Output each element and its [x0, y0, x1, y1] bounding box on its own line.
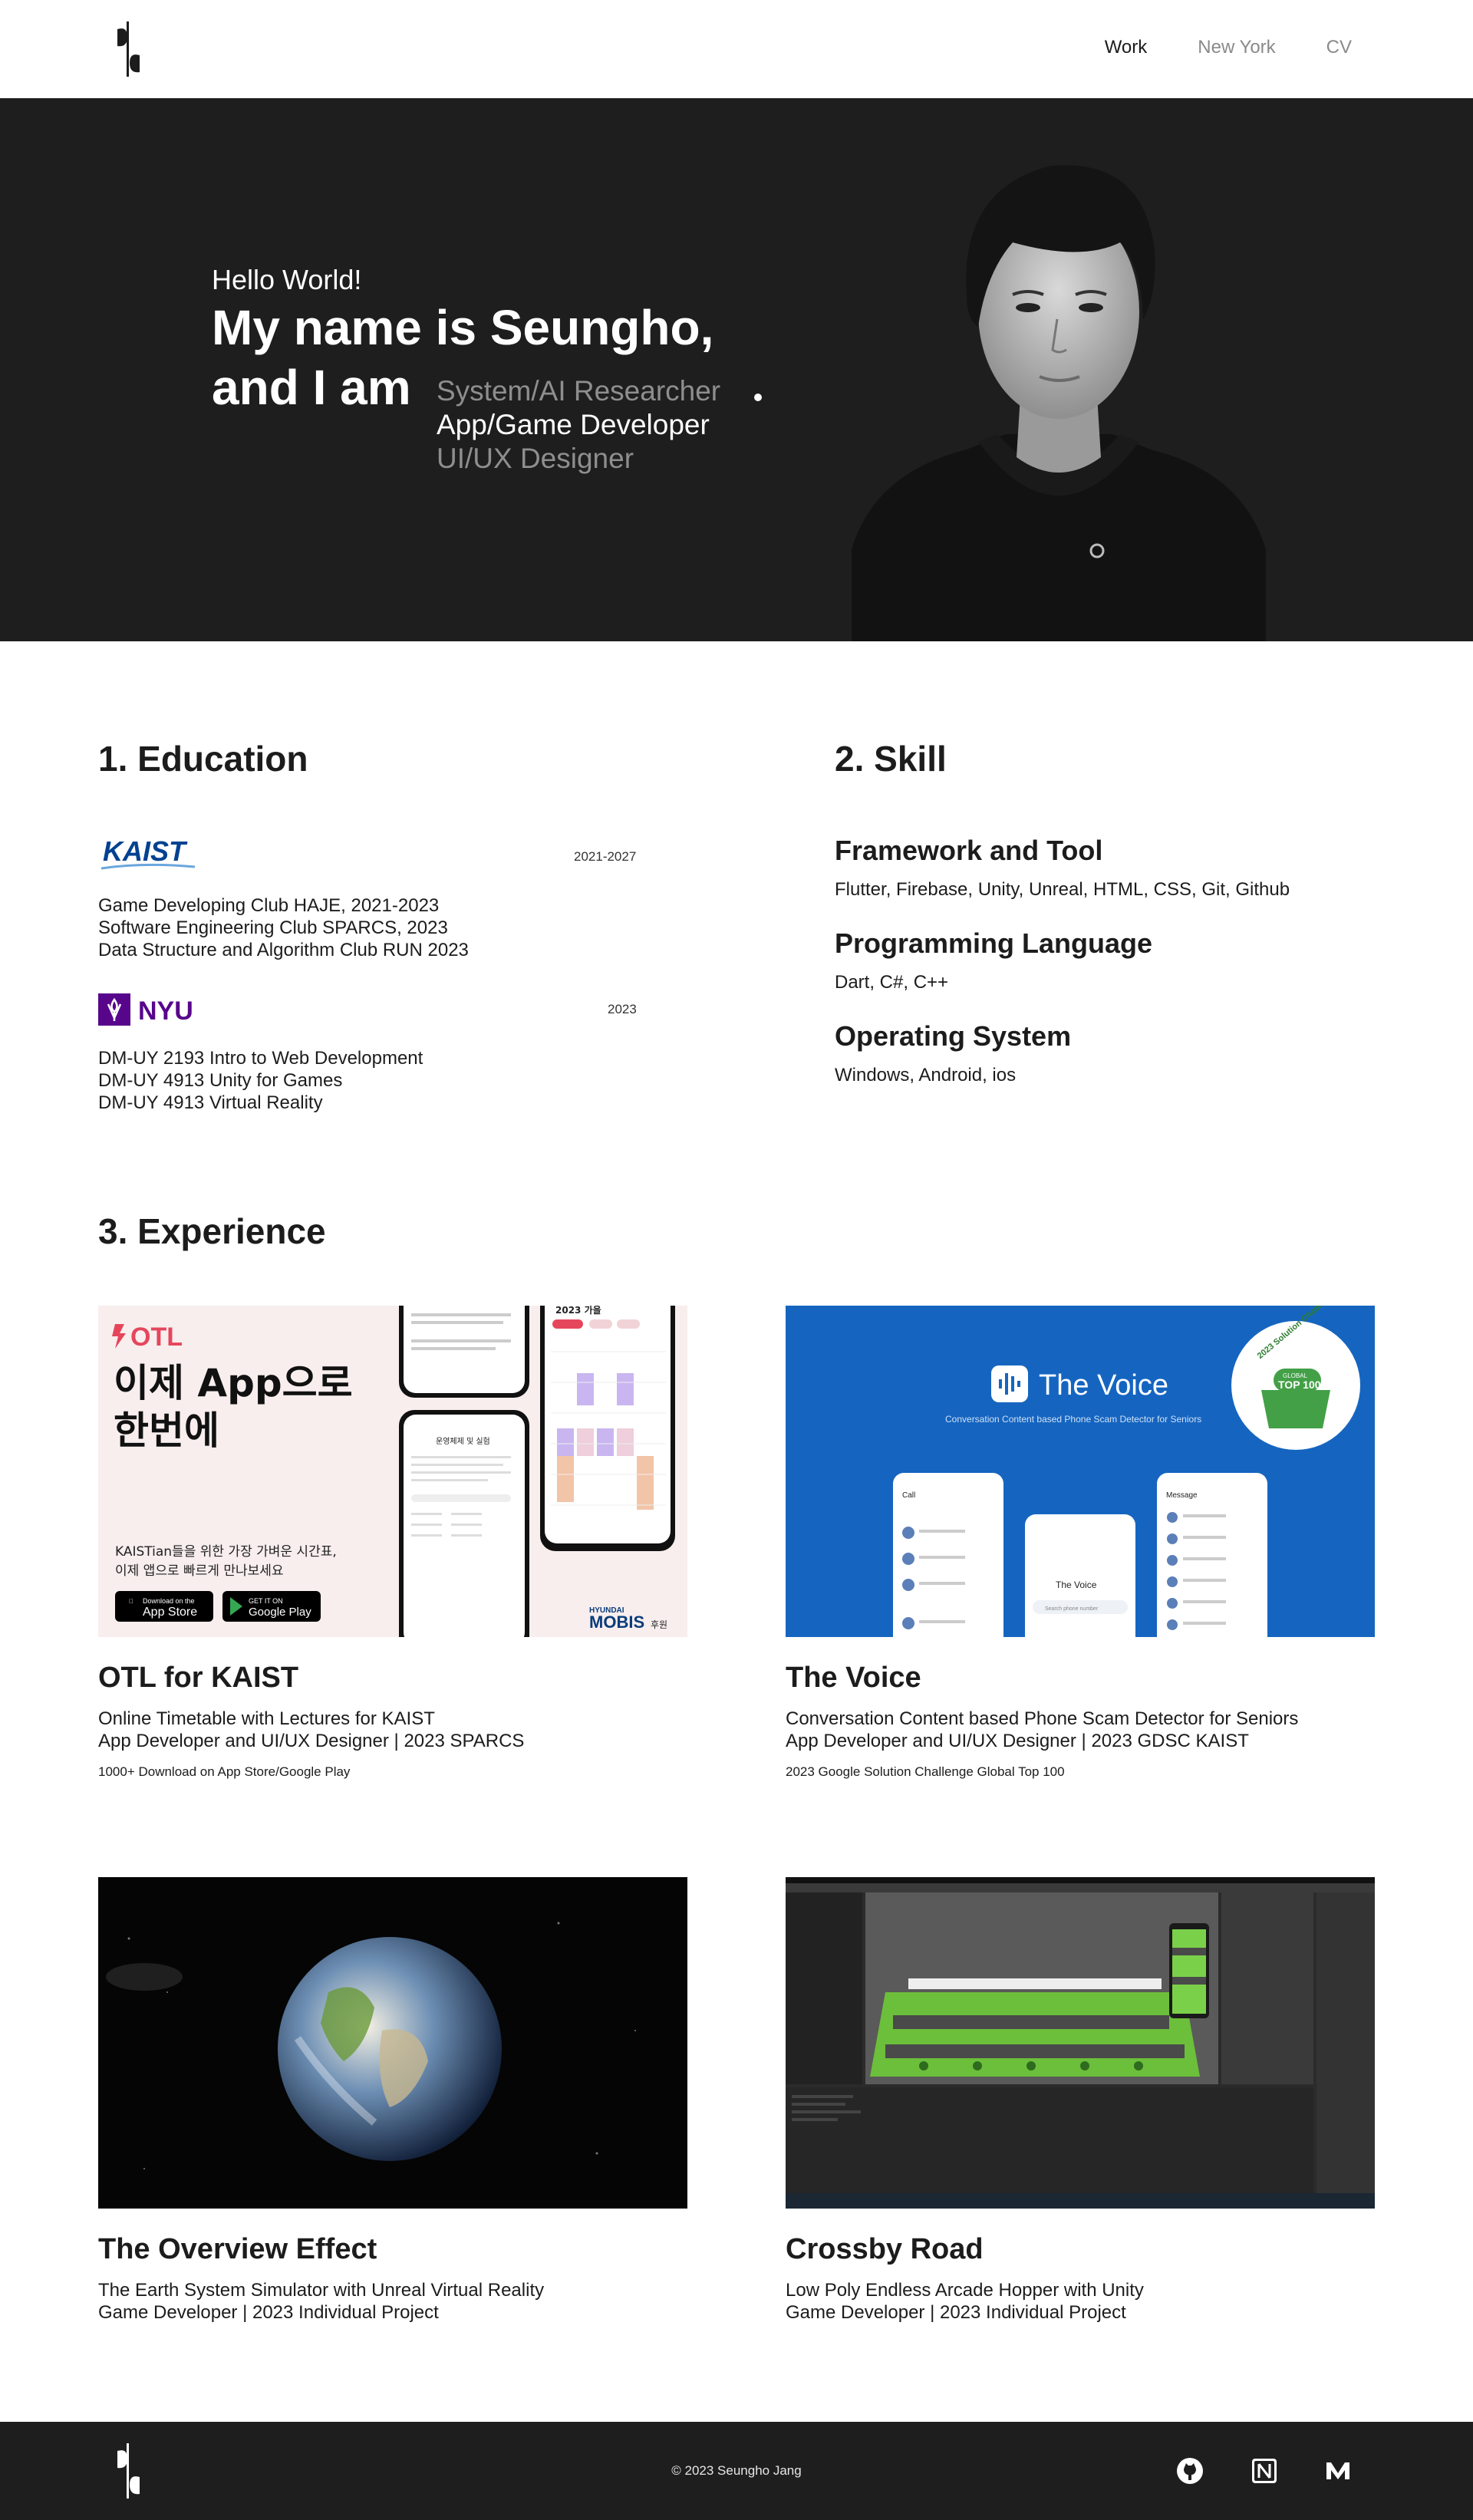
svg-text:GET IT ON: GET IT ON — [249, 1597, 283, 1605]
overview-effect-project-image[interactable] — [98, 1877, 687, 2209]
svg-text:The Voice: The Voice — [1056, 1580, 1097, 1590]
svg-text:MOBIS: MOBIS — [589, 1612, 644, 1632]
kaist-logo-text: KAIST — [103, 836, 188, 867]
footer: © 2023 Seungho Jang — [0, 2422, 1473, 2520]
kaist-activities: Game Developing Club HAJE, 2021-2023 Sof… — [98, 894, 469, 961]
otl-subtitle: 이제 앱으로 빠르게 만나보세요 — [115, 1563, 284, 1579]
skill-title: 2. Skill — [835, 739, 947, 779]
medium-icon[interactable] — [1323, 2456, 1353, 2485]
hero-name: My name is Seungho, — [212, 300, 714, 355]
nyu-courses: DM-UY 2193 Intro to Web Development DM-U… — [98, 1047, 423, 1114]
experience-title: 3. Experience — [98, 1211, 326, 1251]
hero-role: System/AI Researcher — [437, 375, 721, 407]
svg-text:Call: Call — [902, 1491, 915, 1500]
project-role: Game Developer | 2023 Individual Project — [786, 2302, 1126, 2323]
voice-brand: The Voice — [1039, 1369, 1168, 1402]
project-title[interactable]: The Voice — [786, 1662, 921, 1695]
nyu-logo-text: NYU — [138, 996, 193, 1026]
svg-text:Search phone number: Search phone number — [1045, 1606, 1099, 1612]
education-line: DM-UY 4913 Unity for Games — [98, 1070, 343, 1091]
voice-tagline: Conversation Content based Phone Scam De… — [945, 1414, 1201, 1425]
project-role: Game Developer | 2023 Individual Project — [98, 2302, 439, 2323]
kaist-logo: KAIST — [98, 835, 198, 878]
google-play-badge: GET IT ON Google Play — [222, 1591, 321, 1622]
crossby-road-project-image[interactable] — [786, 1877, 1375, 2209]
education-line: DM-UY 2193 Intro to Web Development — [98, 1048, 423, 1069]
app-store-badge:  Download on the App Store — [115, 1591, 213, 1622]
project-description: Low Poly Endless Arcade Hopper with Unit… — [786, 2280, 1144, 2301]
project-role: App Developer and UI/UX Designer | 2023 … — [786, 1731, 1249, 1751]
portrait-photo — [852, 165, 1266, 641]
project-description: Online Timetable with Lectures for KAIST — [98, 1708, 435, 1729]
project-title[interactable]: OTL for KAIST — [98, 1662, 298, 1695]
otl-subtitle: KAISTian들을 위한 가장 가벼운 시간표, — [115, 1544, 337, 1560]
hero-hello: Hello World! — [212, 264, 362, 295]
notion-icon[interactable] — [1250, 2456, 1279, 2485]
hero-and-i-am: and I am — [212, 360, 411, 415]
education-line: Data Structure and Algorithm Club RUN 20… — [98, 940, 469, 960]
role-indicator-dot — [754, 394, 762, 401]
project-role: App Developer and UI/UX Designer | 2023 … — [98, 1731, 525, 1751]
education-line: Game Developing Club HAJE, 2021-2023 — [98, 895, 440, 916]
nav-link-work[interactable]: Work — [1105, 37, 1148, 58]
svg-text:Download on the: Download on the — [143, 1597, 195, 1605]
nyu-year: 2023 — [608, 1002, 637, 1016]
github-icon[interactable] — [1175, 2456, 1204, 2485]
skill-value: Windows, Android, ios — [835, 1065, 1017, 1085]
svg-text:Google Play: Google Play — [249, 1606, 311, 1619]
otl-brand: OTL — [130, 1323, 183, 1352]
project-title[interactable]: The Overview Effect — [98, 2233, 377, 2266]
project-description: The Earth System Simulator with Unreal V… — [98, 2280, 545, 2301]
svg-text:후원: 후원 — [651, 1619, 667, 1630]
project-note: 1000+ Download on App Store/Google Play — [98, 1764, 351, 1779]
nav-links: Work New York CV — [1054, 37, 1352, 58]
skill-heading: Programming Language — [835, 927, 1153, 959]
hero-role-active: App/Game Developer — [437, 409, 710, 440]
project-description: Conversation Content based Phone Scam De… — [786, 1708, 1299, 1729]
svg-text:2023 가을: 2023 가을 — [555, 1306, 601, 1316]
skill-heading: Operating System — [835, 1020, 1072, 1052]
kaist-year: 2021-2027 — [574, 849, 637, 864]
skill-value: Flutter, Firebase, Unity, Unreal, HTML, … — [835, 879, 1290, 900]
hero-section: Hello World! My name is Seungho, and I a… — [0, 98, 1473, 641]
otl-project-image[interactable]: OTL 이제 App으로 한번에 KAISTian들을 위한 가장 가벼운 시간… — [98, 1306, 687, 1637]
hero-role: UI/UX Designer — [437, 443, 634, 474]
nav-link-cv[interactable]: CV — [1326, 37, 1352, 58]
project-note: 2023 Google Solution Challenge Global To… — [786, 1764, 1065, 1779]
svg-text:Message: Message — [1166, 1491, 1198, 1500]
nav-link-new-york[interactable]: New York — [1198, 37, 1275, 58]
svg-text:운영체제 및 실험: 운영체제 및 실험 — [436, 1437, 490, 1446]
svg-text::  — [129, 1598, 133, 1605]
skill-heading: Framework and Tool — [835, 835, 1103, 866]
education-line: Software Engineering Club SPARCS, 2023 — [98, 917, 448, 938]
otl-headline: 한번에 — [114, 1408, 219, 1453]
svg-text:App Store: App Store — [143, 1606, 197, 1619]
svg-text:TOP 100: TOP 100 — [1278, 1379, 1321, 1391]
otl-headline: 이제 App으로 — [114, 1361, 353, 1405]
education-title: 1. Education — [98, 739, 308, 779]
site-logo[interactable] — [114, 21, 144, 77]
top-nav: Work New York CV — [0, 0, 1473, 98]
skill-value: Dart, C#, C++ — [835, 972, 949, 993]
education-line: DM-UY 4913 Virtual Reality — [98, 1092, 323, 1113]
nyu-logo: NYU — [98, 993, 206, 1031]
project-title[interactable]: Crossby Road — [786, 2233, 984, 2266]
the-voice-project-image[interactable]: The Voice Conversation Content based Pho… — [786, 1306, 1375, 1637]
